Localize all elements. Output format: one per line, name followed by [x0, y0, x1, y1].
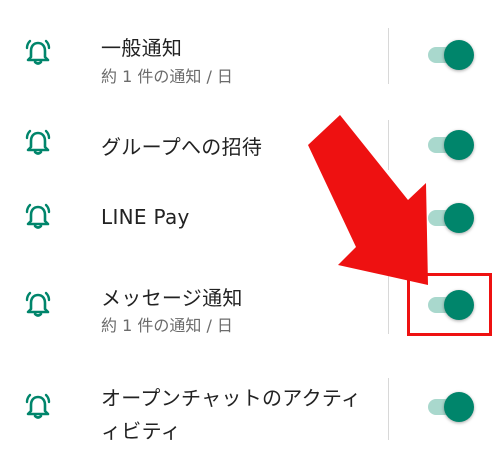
- red-arrow-annotation: [308, 115, 428, 285]
- toggle-open-chat[interactable]: [428, 392, 474, 422]
- setting-subtitle: 約 1 件の通知 / 日: [101, 67, 233, 86]
- toggle-thumb: [444, 392, 474, 422]
- setting-title: 一般通知: [101, 36, 183, 60]
- toggle-thumb: [444, 130, 474, 160]
- toggle-general[interactable]: [428, 40, 474, 70]
- toggle-thumb: [444, 203, 474, 233]
- divider: [388, 378, 389, 440]
- setting-row-general[interactable]: 一般通知 約 1 件の通知 / 日: [0, 0, 500, 110]
- bell-ringing-icon: [22, 128, 54, 158]
- setting-title: オープンチャットのアクティ: [101, 386, 362, 410]
- bell-ringing-icon: [22, 38, 54, 68]
- setting-title: グループへの招待: [101, 135, 263, 159]
- divider: [388, 28, 389, 84]
- bell-ringing-icon: [22, 392, 54, 422]
- bell-ringing-icon: [22, 290, 54, 320]
- setting-title: メッセージ通知: [101, 286, 243, 310]
- setting-title-continued: ィビティ: [101, 419, 181, 443]
- setting-row-open-chat[interactable]: オープンチャットのアクティ ィビティ: [0, 360, 500, 473]
- toggle-thumb: [444, 40, 474, 70]
- setting-title: LINE Pay: [101, 205, 190, 229]
- bell-ringing-icon: [22, 202, 54, 232]
- setting-subtitle: 約 1 件の通知 / 日: [101, 316, 233, 335]
